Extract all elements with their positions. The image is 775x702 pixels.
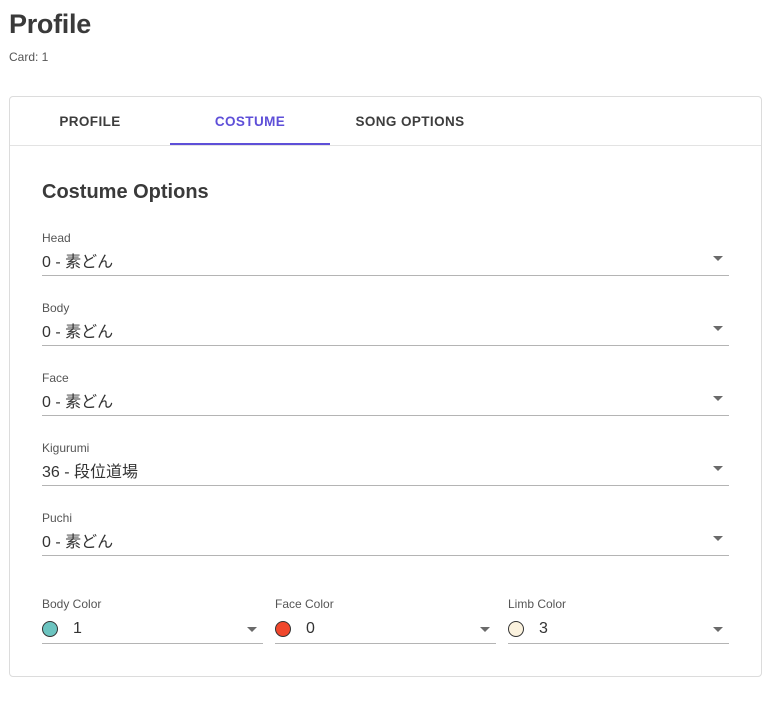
dropdown-arrow-icon[interactable]: [247, 627, 257, 632]
field-underline: [42, 643, 263, 644]
card-label: Card: 1: [9, 50, 49, 64]
page-title: Profile: [9, 9, 91, 39]
dropdown-arrow-icon[interactable]: [713, 466, 723, 471]
face-color-value: 0: [306, 620, 315, 637]
field-underline: [42, 345, 729, 346]
limb-color-select[interactable]: Limb Color 3: [508, 597, 729, 644]
face-label: Face: [42, 371, 69, 385]
tab-bar: PROFILE COSTUME SONG OPTIONS: [10, 97, 761, 146]
field-underline: [42, 485, 729, 486]
dropdown-arrow-icon[interactable]: [713, 256, 723, 261]
dropdown-arrow-icon[interactable]: [480, 627, 490, 632]
profile-card: PROFILE COSTUME SONG OPTIONS Costume Opt…: [9, 96, 762, 677]
tab-profile[interactable]: PROFILE: [10, 97, 170, 145]
field-underline: [508, 643, 729, 644]
kigurumi-value: 36 - 段位道場: [42, 464, 139, 481]
kigurumi-select[interactable]: Kigurumi 36 - 段位道場: [42, 441, 729, 487]
limb-color-swatch: [508, 621, 524, 637]
body-color-label: Body Color: [42, 597, 102, 611]
puchi-select[interactable]: Puchi 0 - 素どん: [42, 511, 729, 557]
puchi-label: Puchi: [42, 511, 73, 525]
head-select[interactable]: Head 0 - 素どん: [42, 231, 729, 277]
head-value: 0 - 素どん: [42, 254, 114, 271]
dropdown-arrow-icon[interactable]: [713, 326, 723, 331]
limb-color-label: Limb Color: [508, 597, 567, 611]
puchi-value: 0 - 素どん: [42, 534, 114, 551]
kigurumi-label: Kigurumi: [42, 441, 90, 455]
dropdown-arrow-icon[interactable]: [713, 396, 723, 401]
face-value: 0 - 素どん: [42, 394, 114, 411]
field-underline: [42, 555, 729, 556]
body-color-select[interactable]: Body Color 1: [42, 597, 263, 644]
body-value: 0 - 素どん: [42, 324, 114, 341]
body-label: Body: [42, 301, 70, 315]
body-color-value: 1: [73, 620, 82, 637]
face-select[interactable]: Face 0 - 素どん: [42, 371, 729, 417]
face-color-swatch: [275, 621, 291, 637]
dropdown-arrow-icon[interactable]: [713, 627, 723, 632]
body-select[interactable]: Body 0 - 素どん: [42, 301, 729, 347]
active-tab-indicator: [170, 143, 330, 145]
head-label: Head: [42, 231, 71, 245]
field-underline: [275, 643, 496, 644]
face-color-label: Face Color: [275, 597, 334, 611]
section-title: Costume Options: [42, 181, 209, 203]
limb-color-value: 3: [539, 620, 548, 637]
face-color-select[interactable]: Face Color 0: [275, 597, 496, 644]
field-underline: [42, 415, 729, 416]
dropdown-arrow-icon[interactable]: [713, 536, 723, 541]
field-underline: [42, 275, 729, 276]
tab-costume[interactable]: COSTUME: [170, 97, 330, 145]
body-color-swatch: [42, 621, 58, 637]
tab-song-options[interactable]: SONG OPTIONS: [330, 97, 490, 145]
